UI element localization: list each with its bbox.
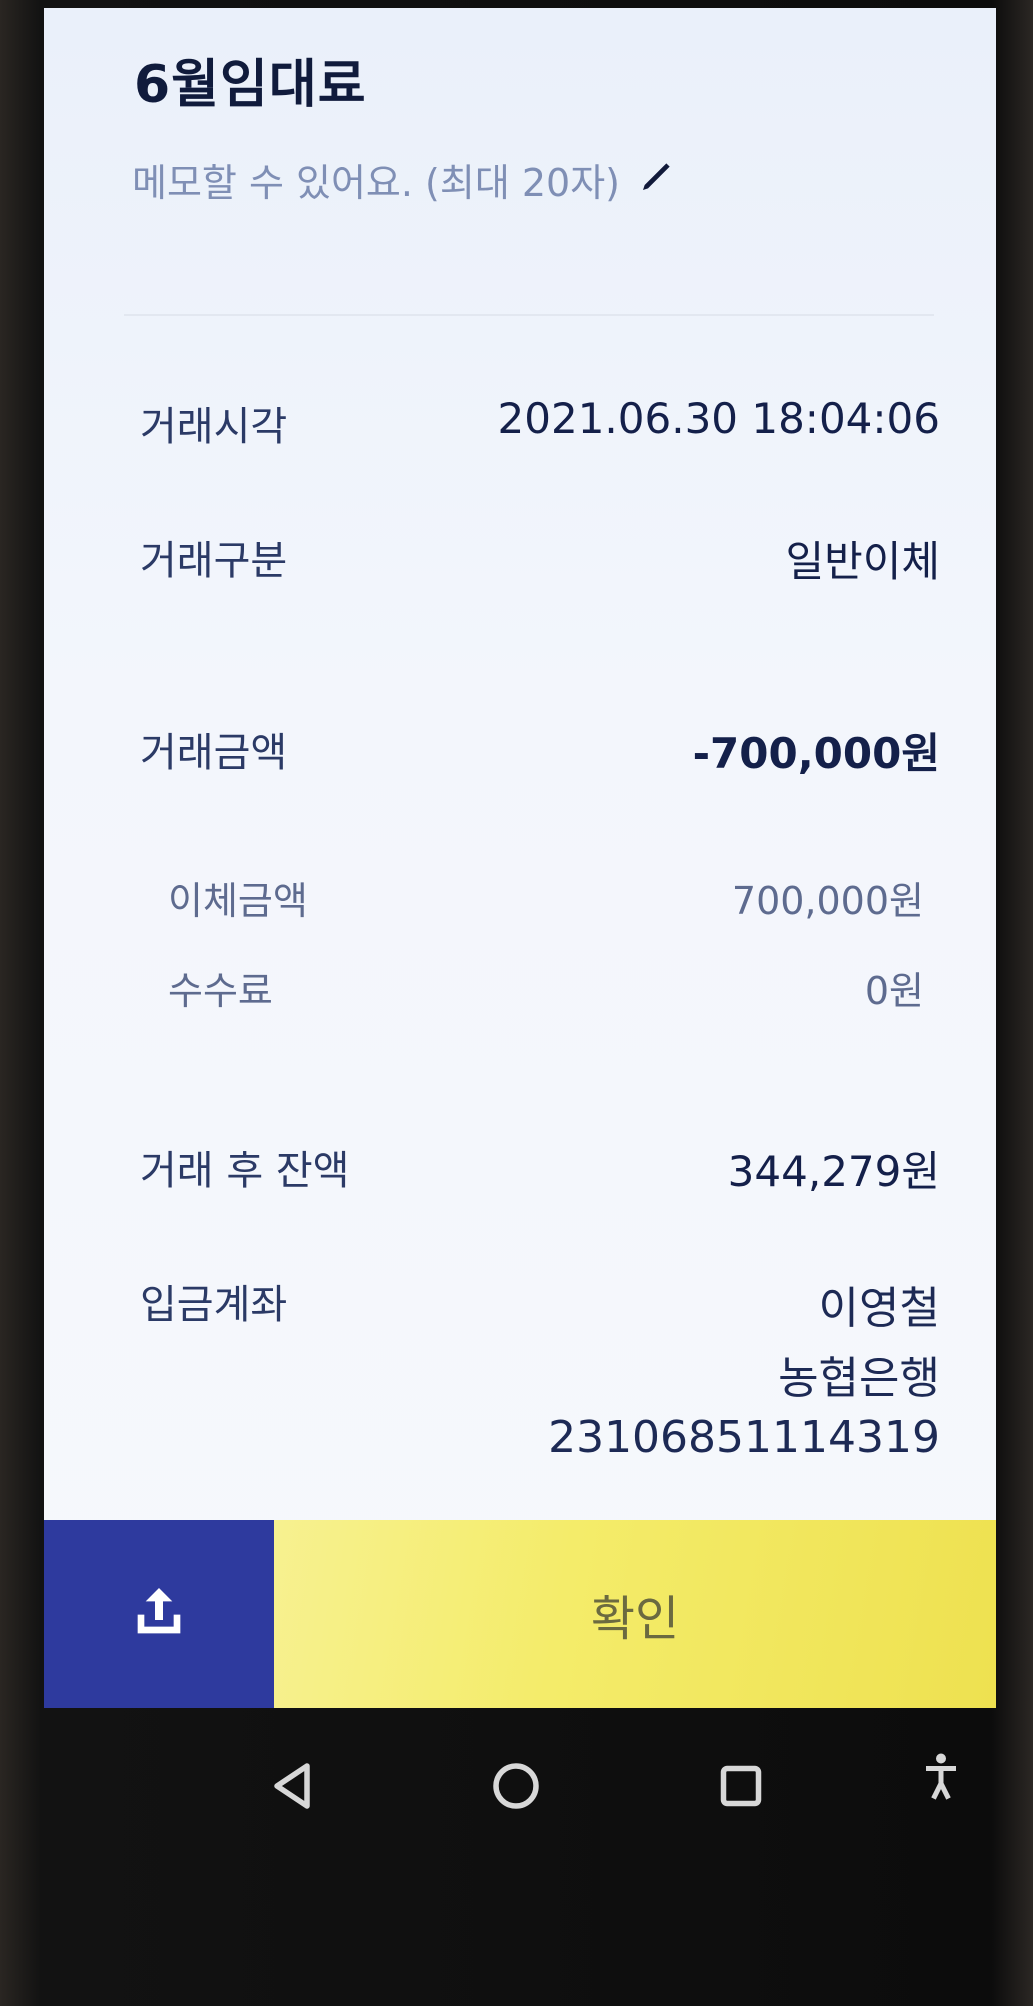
- row-balance-after: 거래 후 잔액 344,279원: [140, 1138, 940, 1199]
- time-label: 거래시각: [140, 404, 288, 450]
- row-transaction-type: 거래구분 일반이체: [140, 528, 940, 589]
- pencil-icon[interactable]: [638, 155, 678, 204]
- row-deposit-account: 입금계좌 이영철 농협은행 23106851114319: [140, 1272, 940, 1463]
- transaction-detail-screen: 6월임대료 메모할 수 있어요. (최대 20자) 거래시각 2021.06.3…: [44, 8, 996, 1708]
- account-info: 이영철 농협은행 23106851114319: [548, 1272, 940, 1463]
- android-navigation-bar: [0, 1708, 1033, 1868]
- divider: [124, 314, 934, 316]
- type-label: 거래구분: [140, 538, 288, 584]
- row-fee: 수수료 0원: [168, 960, 924, 1015]
- amount-label: 거래금액: [140, 730, 288, 776]
- fee-value: 0원: [864, 969, 924, 1013]
- amount-value: -700,000원: [692, 729, 940, 778]
- back-triangle-icon[interactable]: [262, 1756, 322, 1820]
- fee-label: 수수료: [168, 969, 273, 1013]
- bottom-action-bar: 확인: [44, 1520, 996, 1708]
- row-transfer-amount: 이체금액 700,000원: [168, 870, 924, 925]
- home-circle-icon[interactable]: [486, 1756, 546, 1820]
- balance-value: 344,279원: [727, 1147, 940, 1196]
- account-holder-name: 이영철: [818, 1283, 940, 1334]
- share-button[interactable]: [44, 1520, 274, 1708]
- confirm-button[interactable]: 확인: [274, 1520, 996, 1708]
- time-value: 2021.06.30 18:04:06: [497, 394, 940, 443]
- share-icon: [127, 1580, 191, 1648]
- row-transaction-amount: 거래금액 -700,000원: [140, 720, 940, 781]
- balance-label: 거래 후 잔액: [140, 1148, 350, 1194]
- type-value: 일반이체: [785, 537, 940, 586]
- transfer-label: 이체금액: [168, 879, 308, 923]
- memo-field[interactable]: 메모할 수 있어요. (최대 20자): [132, 152, 678, 207]
- row-transaction-time: 거래시각 2021.06.30 18:04:06: [140, 394, 940, 452]
- account-number: 23106851114319: [548, 1412, 940, 1463]
- recents-square-icon[interactable]: [711, 1756, 771, 1820]
- page-title: 6월임대료: [134, 55, 367, 115]
- account-label: 입금계좌: [140, 1282, 288, 1328]
- phone-frame: 6월임대료 메모할 수 있어요. (최대 20자) 거래시각 2021.06.3…: [0, 0, 1033, 2006]
- account-bank-name: 농협은행: [778, 1353, 940, 1404]
- memo-placeholder: 메모할 수 있어요. (최대 20자): [132, 161, 621, 205]
- transfer-value: 700,000원: [731, 879, 924, 923]
- accessibility-icon[interactable]: [911, 1746, 971, 1806]
